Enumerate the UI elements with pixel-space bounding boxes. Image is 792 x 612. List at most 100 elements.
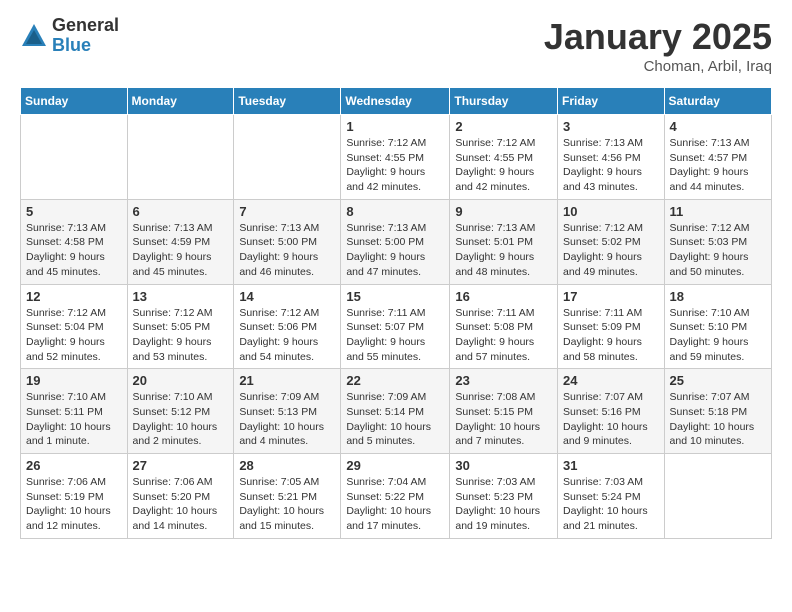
day-info: Sunrise: 7:03 AM Sunset: 5:23 PM Dayligh… xyxy=(455,475,552,534)
day-info: Sunrise: 7:12 AM Sunset: 5:06 PM Dayligh… xyxy=(239,306,335,365)
day-number: 5 xyxy=(26,204,122,219)
day-number: 8 xyxy=(346,204,444,219)
logo-general: General xyxy=(52,16,119,36)
calendar-day-6: 6Sunrise: 7:13 AM Sunset: 4:59 PM Daylig… xyxy=(127,199,234,284)
calendar-week-row: 12 Sunrise: 7:12 AM Sunset: 5:04 PM Dayli… xyxy=(21,284,772,369)
calendar-day-1: 1Sunrise: 7:12 AM Sunset: 4:55 PM Daylig… xyxy=(341,115,450,200)
calendar-day-7: 7 Sunrise: 7:13 AM Sunset: 5:00 PM Daylig… xyxy=(234,199,341,284)
calendar-day-31: 31 Sunrise: 7:03 AM Sunset: 5:24 PM Dayli… xyxy=(558,454,665,539)
day-number: 20 xyxy=(133,373,229,388)
logo-blue: Blue xyxy=(52,36,119,56)
calendar-day-18: 18 Sunrise: 7:10 AM Sunset: 5:10 PM Dayli… xyxy=(664,284,771,369)
day-info: Sunrise: 7:13 AM Sunset: 4:56 PM Dayligh… xyxy=(563,136,659,195)
weekday-header-row: SundayMondayTuesdayWednesdayThursdayFrid… xyxy=(21,88,772,115)
day-info: Sunrise: 7:10 AM Sunset: 5:12 PM Dayligh… xyxy=(133,390,229,449)
day-info: Sunrise: 7:11 AM Sunset: 5:09 PM Dayligh… xyxy=(563,306,659,365)
day-info: Sunrise: 7:13 AM Sunset: 4:57 PM Dayligh… xyxy=(670,136,766,195)
day-info: Sunrise: 7:12 AM Sunset: 5:05 PM Dayligh… xyxy=(133,306,229,365)
day-info: Sunrise: 7:13 AM Sunset: 5:00 PM Dayligh… xyxy=(239,221,335,280)
calendar-empty-cell xyxy=(127,115,234,200)
weekday-header-wednesday: Wednesday xyxy=(341,88,450,115)
calendar-day-4: 4 Sunrise: 7:13 AM Sunset: 4:57 PM Daylig… xyxy=(664,115,771,200)
day-info: Sunrise: 7:13 AM Sunset: 4:58 PM Dayligh… xyxy=(26,221,122,280)
day-number: 31 xyxy=(563,458,659,473)
calendar-day-25: 25 Sunrise: 7:07 AM Sunset: 5:18 PM Dayli… xyxy=(664,369,771,454)
day-number: 2 xyxy=(455,119,552,134)
day-number: 18 xyxy=(670,289,766,304)
calendar-day-10: 10Sunrise: 7:12 AM Sunset: 5:02 PM Dayli… xyxy=(558,199,665,284)
calendar-day-22: 22 Sunrise: 7:09 AM Sunset: 5:14 PM Dayli… xyxy=(341,369,450,454)
day-number: 6 xyxy=(133,204,229,219)
calendar-day-23: 23 Sunrise: 7:08 AM Sunset: 5:15 PM Dayli… xyxy=(450,369,558,454)
day-number: 4 xyxy=(670,119,766,134)
header: General Blue January 2025 Choman, Arbil,… xyxy=(20,16,772,75)
calendar-day-9: 9 Sunrise: 7:13 AM Sunset: 5:01 PM Daylig… xyxy=(450,199,558,284)
day-number: 27 xyxy=(133,458,229,473)
weekday-header-friday: Friday xyxy=(558,88,665,115)
day-number: 28 xyxy=(239,458,335,473)
day-number: 16 xyxy=(455,289,552,304)
calendar-empty-cell xyxy=(664,454,771,539)
calendar-week-row: 19Sunrise: 7:10 AM Sunset: 5:11 PM Dayli… xyxy=(21,369,772,454)
day-info: Sunrise: 7:12 AM Sunset: 4:55 PM Dayligh… xyxy=(346,136,444,195)
day-info: Sunrise: 7:06 AM Sunset: 5:19 PM Dayligh… xyxy=(26,475,122,534)
day-info: Sunrise: 7:11 AM Sunset: 5:08 PM Dayligh… xyxy=(455,306,552,365)
day-number: 9 xyxy=(455,204,552,219)
weekday-header-thursday: Thursday xyxy=(450,88,558,115)
calendar-day-8: 8 Sunrise: 7:13 AM Sunset: 5:00 PM Daylig… xyxy=(341,199,450,284)
calendar-day-27: 27 Sunrise: 7:06 AM Sunset: 5:20 PM Dayli… xyxy=(127,454,234,539)
day-info: Sunrise: 7:11 AM Sunset: 5:07 PM Dayligh… xyxy=(346,306,444,365)
calendar-day-11: 11Sunrise: 7:12 AM Sunset: 5:03 PM Dayli… xyxy=(664,199,771,284)
calendar-day-14: 14 Sunrise: 7:12 AM Sunset: 5:06 PM Dayli… xyxy=(234,284,341,369)
calendar-week-row: 5 Sunrise: 7:13 AM Sunset: 4:58 PM Daylig… xyxy=(21,199,772,284)
calendar-day-30: 30 Sunrise: 7:03 AM Sunset: 5:23 PM Dayli… xyxy=(450,454,558,539)
day-number: 22 xyxy=(346,373,444,388)
day-number: 17 xyxy=(563,289,659,304)
day-number: 7 xyxy=(239,204,335,219)
calendar-table: SundayMondayTuesdayWednesdayThursdayFrid… xyxy=(20,87,772,539)
day-info: Sunrise: 7:09 AM Sunset: 5:14 PM Dayligh… xyxy=(346,390,444,449)
logo: General Blue xyxy=(20,16,119,56)
calendar-empty-cell xyxy=(21,115,128,200)
day-number: 29 xyxy=(346,458,444,473)
day-info: Sunrise: 7:13 AM Sunset: 5:00 PM Dayligh… xyxy=(346,221,444,280)
day-info: Sunrise: 7:12 AM Sunset: 5:04 PM Dayligh… xyxy=(26,306,122,365)
calendar-week-row: 1Sunrise: 7:12 AM Sunset: 4:55 PM Daylig… xyxy=(21,115,772,200)
calendar-day-17: 17 Sunrise: 7:11 AM Sunset: 5:09 PM Dayli… xyxy=(558,284,665,369)
day-info: Sunrise: 7:08 AM Sunset: 5:15 PM Dayligh… xyxy=(455,390,552,449)
day-info: Sunrise: 7:04 AM Sunset: 5:22 PM Dayligh… xyxy=(346,475,444,534)
weekday-header-sunday: Sunday xyxy=(21,88,128,115)
day-number: 23 xyxy=(455,373,552,388)
title-block: January 2025 Choman, Arbil, Iraq xyxy=(544,16,772,75)
day-number: 25 xyxy=(670,373,766,388)
logo-icon xyxy=(20,22,48,50)
day-number: 14 xyxy=(239,289,335,304)
weekday-header-tuesday: Tuesday xyxy=(234,88,341,115)
calendar-day-16: 16 Sunrise: 7:11 AM Sunset: 5:08 PM Dayli… xyxy=(450,284,558,369)
weekday-header-saturday: Saturday xyxy=(664,88,771,115)
logo-text: General Blue xyxy=(52,16,119,56)
day-info: Sunrise: 7:07 AM Sunset: 5:18 PM Dayligh… xyxy=(670,390,766,449)
day-info: Sunrise: 7:13 AM Sunset: 5:01 PM Dayligh… xyxy=(455,221,552,280)
day-info: Sunrise: 7:03 AM Sunset: 5:24 PM Dayligh… xyxy=(563,475,659,534)
location: Choman, Arbil, Iraq xyxy=(544,58,772,75)
calendar-day-2: 2 Sunrise: 7:12 AM Sunset: 4:55 PM Daylig… xyxy=(450,115,558,200)
day-number: 21 xyxy=(239,373,335,388)
month-title: January 2025 xyxy=(544,16,772,58)
page: General Blue January 2025 Choman, Arbil,… xyxy=(0,0,792,555)
calendar-day-20: 20 Sunrise: 7:10 AM Sunset: 5:12 PM Dayli… xyxy=(127,369,234,454)
calendar-day-29: 29 Sunrise: 7:04 AM Sunset: 5:22 PM Dayli… xyxy=(341,454,450,539)
day-number: 19 xyxy=(26,373,122,388)
day-number: 12 xyxy=(26,289,122,304)
day-number: 15 xyxy=(346,289,444,304)
day-info: Sunrise: 7:06 AM Sunset: 5:20 PM Dayligh… xyxy=(133,475,229,534)
day-info: Sunrise: 7:10 AM Sunset: 5:10 PM Dayligh… xyxy=(670,306,766,365)
calendar-day-13: 13Sunrise: 7:12 AM Sunset: 5:05 PM Dayli… xyxy=(127,284,234,369)
calendar-day-28: 28Sunrise: 7:05 AM Sunset: 5:21 PM Dayli… xyxy=(234,454,341,539)
calendar-day-12: 12 Sunrise: 7:12 AM Sunset: 5:04 PM Dayli… xyxy=(21,284,128,369)
day-info: Sunrise: 7:12 AM Sunset: 5:03 PM Dayligh… xyxy=(670,221,766,280)
calendar-day-24: 24Sunrise: 7:07 AM Sunset: 5:16 PM Dayli… xyxy=(558,369,665,454)
day-number: 30 xyxy=(455,458,552,473)
calendar-day-15: 15 Sunrise: 7:11 AM Sunset: 5:07 PM Dayli… xyxy=(341,284,450,369)
day-info: Sunrise: 7:12 AM Sunset: 4:55 PM Dayligh… xyxy=(455,136,552,195)
